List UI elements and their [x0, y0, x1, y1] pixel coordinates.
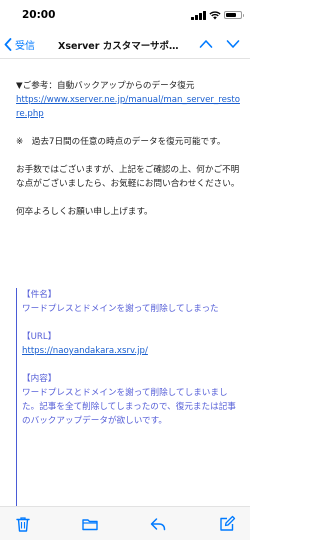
manual-restore-link[interactable]: https://www.xserver.ne.jp/manual/man_ser…	[16, 95, 240, 119]
chevron-left-icon	[4, 37, 12, 51]
reply-icon[interactable]	[149, 515, 167, 533]
folder-icon[interactable]	[81, 515, 99, 533]
back-to-inbox-button[interactable]: 受信	[4, 36, 35, 52]
quote-subject-label: 【件名】	[22, 290, 57, 300]
trash-icon[interactable]	[14, 515, 32, 533]
back-label: 受信	[15, 40, 35, 52]
cellular-signal-icon	[191, 11, 207, 20]
closing-paragraph: 何卒よろしくお願い申し上げます。	[16, 207, 153, 217]
navigation-bar: 受信 Xserver カスタマーサポ…	[0, 30, 250, 59]
quote-subject-value: ワードプレスとドメインを謝って削除してしまった	[22, 304, 219, 314]
bottom-toolbar	[0, 506, 250, 540]
inquiry-paragraph: お手数ではございますが、上記をご確認の上、何かご不明な点がございましたら、お気軽…	[16, 165, 240, 189]
quote-url-link[interactable]: https://naoyandakara.xsrv.jp/	[22, 346, 148, 356]
quote-content-value: ワードプレスとドメインを謝って削除してしまいました。記事を全て削除してしまったの…	[22, 388, 236, 426]
backup-note: ※ 過去7日間の任意の時点のデータを復元可能です。	[16, 137, 226, 147]
wifi-icon	[209, 11, 221, 20]
quoted-message: 【件名】 ワードプレスとドメインを謝って削除してしまった 【URL】 https…	[16, 288, 244, 506]
status-bar: 20:00	[0, 0, 250, 28]
reference-label: ▼ご参考：自動バックアップからのデータ復元	[16, 81, 195, 91]
battery-icon	[224, 11, 244, 19]
email-body: ▼ご参考：自動バックアップからのデータ復元 https://www.xserve…	[16, 79, 242, 219]
quote-url-label: 【URL】	[22, 332, 57, 342]
quote-content-label: 【内容】	[22, 374, 57, 384]
compose-icon[interactable]	[218, 515, 236, 533]
previous-message-chevron-up-icon[interactable]	[199, 38, 213, 50]
status-time: 20:00	[22, 9, 56, 21]
email-sender-title: Xserver カスタマーサポ…	[58, 41, 179, 52]
next-message-chevron-down-icon[interactable]	[226, 38, 240, 50]
